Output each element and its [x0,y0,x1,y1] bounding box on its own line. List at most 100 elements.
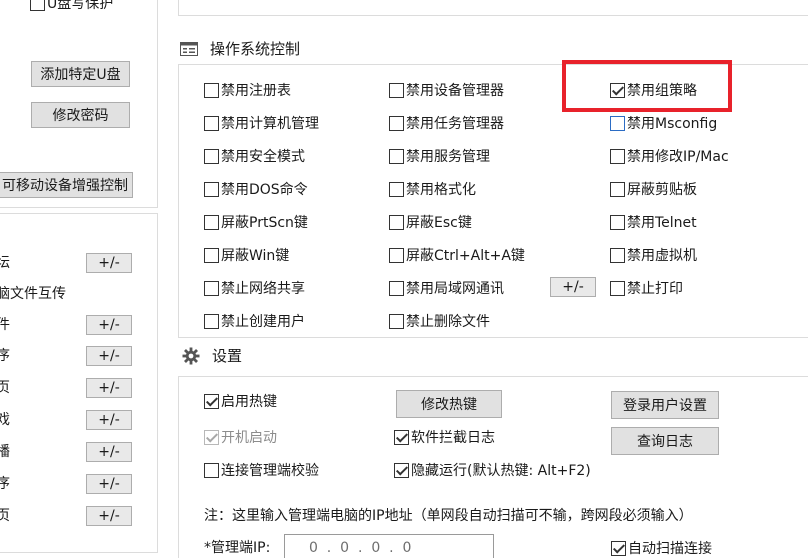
os-option-col1-7-label: 禁止创建用户 [221,314,305,330]
left-bottom-panel [0,213,158,553]
os-option-col2-4[interactable]: 屏蔽Esc键 [389,211,472,233]
checkbox-box [611,540,626,556]
checkbox-box [389,82,404,98]
os-option-col3-6[interactable]: 禁止打印 [610,277,683,299]
checkbox-box [394,429,409,445]
left-row-label: 件 [0,317,10,333]
os-option-col1-3[interactable]: 禁用DOS命令 [204,178,308,200]
os-option-col1-1[interactable]: 禁用计算机管理 [204,112,319,134]
os-option-col2-0-label: 禁用设备管理器 [406,83,504,99]
os-option-col3-2[interactable]: 禁用修改IP/Mac [610,145,729,167]
os-option-col1-2-label: 禁用安全模式 [221,149,305,165]
os-option-col1-4-label: 屏蔽PrtScn键 [221,215,308,231]
os-option-col3-4[interactable]: 禁用Telnet [610,211,697,233]
enable-hotkey-label: 启用热键 [221,394,277,410]
os-option-col1-2[interactable]: 禁用安全模式 [204,145,305,167]
checkbox-box [204,313,219,329]
hidden-run-label: 隐藏运行(默认热键: Alt+F2) [411,463,591,479]
checkbox-box [389,214,404,230]
left-row-label: 坛 [0,255,10,271]
block-log-checkbox[interactable]: 软件拦截日志 [394,426,495,448]
os-option-col3-5[interactable]: 禁用虚拟机 [610,244,697,266]
checkbox-box [204,280,219,296]
os-option-col2-0[interactable]: 禁用设备管理器 [389,79,504,101]
manager-ip-label: *管理端IP: [204,540,271,556]
left-row-plus-minus-button[interactable]: +/- [86,253,132,273]
os-option-col2-6[interactable]: 禁用局域网通讯 [389,277,504,299]
checkbox-box [204,181,219,197]
checkbox-box [610,214,625,230]
lan-comm-plus-minus-button[interactable]: +/- [550,277,596,297]
query-log-button[interactable]: 查询日志 [611,427,719,455]
os-option-col2-1[interactable]: 禁用任务管理器 [389,112,504,134]
os-option-col3-3-label: 屏蔽剪贴板 [627,182,697,198]
os-option-col1-5[interactable]: 屏蔽Win键 [204,244,289,266]
left-row-label: 页 [0,508,10,524]
auto-scan-checkbox[interactable]: 自动扫描连接 [611,537,712,558]
enable-hotkey-checkbox[interactable]: 启用热键 [204,390,277,412]
os-option-col2-7[interactable]: 禁止删除文件 [389,310,490,332]
os-option-col2-3-label: 禁用格式化 [406,182,476,198]
os-option-col1-1-label: 禁用计算机管理 [221,116,319,132]
ip-note-text: 注：这里输入管理端电脑的IP地址（单网段自动扫描可不输，跨网段必须输入） [204,508,693,524]
checkbox-box [204,115,219,131]
removable-device-control-button[interactable]: 可移动设备增强控制 [0,172,133,198]
add-usb-button[interactable]: 添加特定U盘 [31,61,130,87]
checkbox-box [30,0,45,11]
auto-start-label: 开机启动 [221,430,277,446]
connect-verify-checkbox[interactable]: 连接管理端校验 [204,459,319,481]
os-option-col1-6[interactable]: 禁止网络共享 [204,277,305,299]
os-option-col2-4-label: 屏蔽Esc键 [406,215,472,231]
manager-ip-value: 0 . 0 . 0 . 0 [309,540,412,556]
os-option-col3-6-label: 禁止打印 [627,281,683,297]
left-row-plus-minus-button[interactable]: +/- [86,315,132,335]
os-option-col3-1[interactable]: 禁用Msconfig [610,112,717,134]
window-list-icon [180,41,198,56]
top-right-panel [178,0,808,16]
os-option-col2-2[interactable]: 禁用服务管理 [389,145,490,167]
left-row-label: 序 [0,476,10,492]
checkbox-box [204,462,219,478]
left-row-plus-minus-button[interactable]: +/- [86,378,132,398]
os-option-col2-6-label: 禁用局域网通讯 [406,281,504,297]
settings-title: 设置 [212,347,243,365]
left-row-plus-minus-button[interactable]: +/- [86,410,132,430]
hidden-run-checkbox[interactable]: 隐藏运行(默认热键: Alt+F2) [394,459,591,481]
group-policy-highlight [562,60,732,112]
modify-hotkey-button[interactable]: 修改热键 [396,390,502,418]
connect-verify-label: 连接管理端校验 [221,463,319,479]
left-row-label: 戏 [0,412,10,428]
checkbox-box [204,148,219,164]
change-password-button[interactable]: 修改密码 [31,102,130,128]
os-control-title: 操作系统控制 [210,40,301,58]
left-row-label: 播 [0,444,10,460]
settings-header: 设置 [182,345,242,366]
os-option-col1-0[interactable]: 禁用注册表 [204,79,291,101]
os-option-col2-2-label: 禁用服务管理 [406,149,490,165]
checkbox-box [204,429,219,445]
os-option-col1-6-label: 禁止网络共享 [221,281,305,297]
checkbox-box [204,214,219,230]
os-option-col3-3[interactable]: 屏蔽剪贴板 [610,178,697,200]
usb-write-protect-label: U盘写保护 [47,0,114,12]
auto-start-checkbox: 开机启动 [204,426,277,448]
os-option-col1-0-label: 禁用注册表 [221,83,291,99]
left-row-label: 序 [0,348,10,364]
os-option-col1-4[interactable]: 屏蔽PrtScn键 [204,211,308,233]
os-option-col1-7[interactable]: 禁止创建用户 [204,310,305,332]
left-row-plus-minus-button[interactable]: +/- [86,346,132,366]
gear-icon [182,347,200,365]
os-option-col2-3[interactable]: 禁用格式化 [389,178,476,200]
checkbox-box [610,247,625,263]
left-row-plus-minus-button[interactable]: +/- [86,442,132,462]
os-option-col3-2-label: 禁用修改IP/Mac [627,149,729,165]
auto-scan-label: 自动扫描连接 [628,541,712,557]
login-user-settings-button[interactable]: 登录用户设置 [611,391,719,419]
checkbox-box [389,247,404,263]
left-row-plus-minus-button[interactable]: +/- [86,506,132,526]
left-row-plus-minus-button[interactable]: +/- [86,474,132,494]
usb-write-protect-checkbox[interactable]: U盘写保护 [30,0,113,14]
os-option-col2-5[interactable]: 屏蔽Ctrl+Alt+A键 [389,244,525,266]
checkbox-box [610,148,625,164]
manager-ip-input[interactable]: 0 . 0 . 0 . 0 [284,534,494,558]
